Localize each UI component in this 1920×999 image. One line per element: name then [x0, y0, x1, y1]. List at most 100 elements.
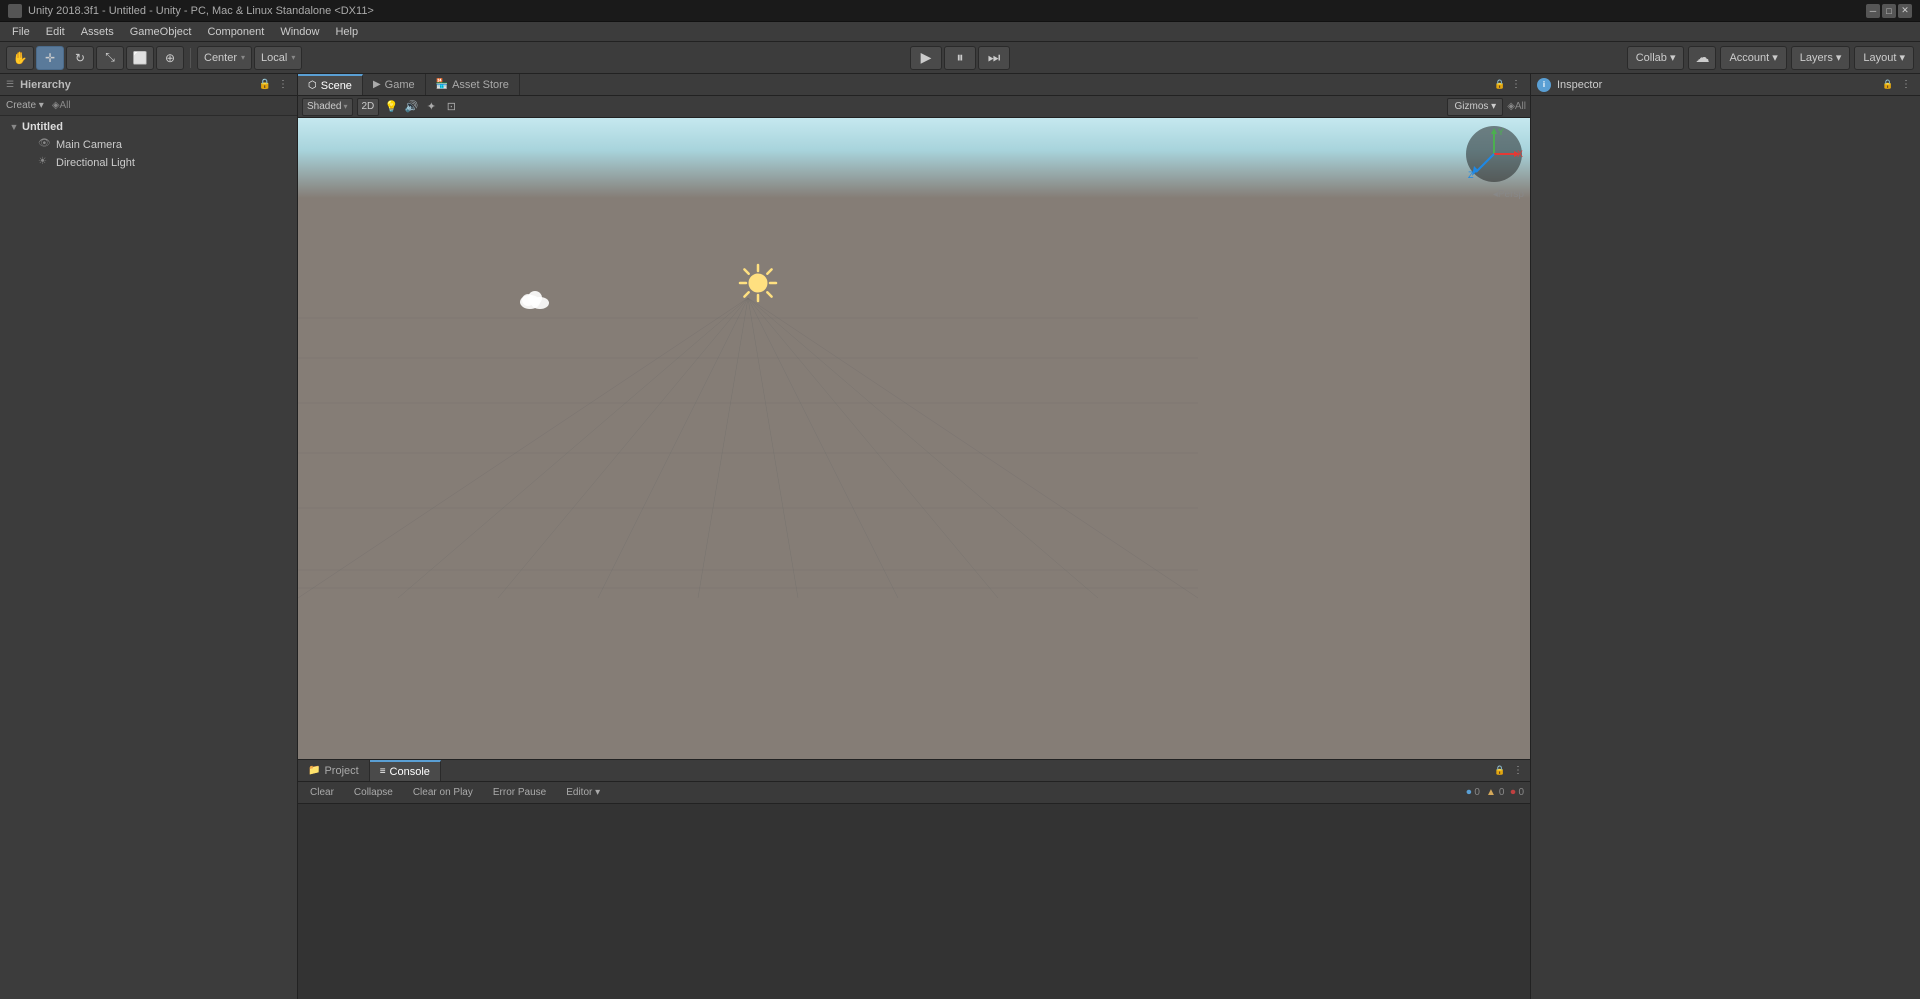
- shading-chevron-icon: ▾: [343, 102, 347, 111]
- scene-panel-lock-button[interactable]: 🔒: [1492, 77, 1508, 93]
- game-tab-label: Game: [385, 79, 415, 91]
- move-tool-button[interactable]: ✛: [36, 46, 64, 70]
- bottom-tabs: 📁 Project ≡ Console 🔒 ⋮: [298, 760, 1530, 782]
- info-badge[interactable]: ⏺ 0: [1466, 787, 1480, 798]
- coords-chevron-icon: ▾: [291, 53, 295, 62]
- minimize-button[interactable]: ─: [1866, 4, 1880, 18]
- close-button[interactable]: ✕: [1898, 4, 1912, 18]
- collapse-button[interactable]: Collapse: [348, 785, 399, 800]
- menu-file[interactable]: File: [4, 24, 38, 40]
- scene-panel-menu-button[interactable]: ⋮: [1508, 77, 1524, 93]
- hierarchy-item-maincamera[interactable]: 👁 Main Camera: [0, 136, 297, 154]
- layout-dropdown[interactable]: Layout ▾: [1854, 46, 1914, 70]
- cloud-icon: [518, 288, 553, 316]
- gizmos-dropdown[interactable]: Gizmos ▾: [1447, 98, 1503, 116]
- inspector-title: Inspector: [1557, 79, 1602, 91]
- menu-help[interactable]: Help: [327, 24, 366, 40]
- menu-component[interactable]: Component: [199, 24, 272, 40]
- gizmos-all-label: ◈All: [1507, 101, 1526, 112]
- scene-hide-icon[interactable]: ⊡: [443, 99, 459, 115]
- hierarchy-item-directionallight[interactable]: ☀ Directional Light: [0, 154, 297, 172]
- hand-tool-button[interactable]: ✋: [6, 46, 34, 70]
- scene-tab-label: Scene: [321, 80, 352, 92]
- console-right: ⏺ 0 ▲ 0 ⏺ 0: [1466, 787, 1524, 798]
- info-count: 0: [1474, 787, 1480, 798]
- pivot-dropdown[interactable]: Center ▾: [197, 46, 252, 70]
- tab-scene[interactable]: ⬡ Scene: [298, 74, 363, 95]
- camera-expand-icon: [24, 139, 36, 151]
- scene-view[interactable]: Y X Z ◂Persp: [298, 118, 1530, 759]
- warn-icon: ▲: [1486, 787, 1496, 798]
- scene-toolbar-right: Gizmos ▾ ◈All: [1447, 98, 1526, 116]
- pivot-chevron-icon: ▾: [241, 53, 245, 62]
- window-controls: ─ □ ✕: [1866, 4, 1912, 18]
- tab-console[interactable]: ≡ Console: [370, 760, 441, 781]
- tab-project[interactable]: 📁 Project: [298, 760, 370, 781]
- console-tab-label: Console: [390, 766, 430, 778]
- hierarchy-content: ▼ Untitled 👁 Main Camera ☀ Directional L…: [0, 116, 297, 999]
- scene-fx-icon[interactable]: ✦: [423, 99, 439, 115]
- clear-on-play-button[interactable]: Clear on Play: [407, 785, 479, 800]
- project-tab-label: Project: [324, 765, 358, 777]
- menu-edit[interactable]: Edit: [38, 24, 73, 40]
- sun-icon: [738, 263, 778, 303]
- layers-dropdown[interactable]: Layers ▾: [1791, 46, 1851, 70]
- info-icon: ⏺: [1466, 787, 1471, 798]
- inspector-menu-button[interactable]: ⋮: [1898, 77, 1914, 93]
- hierarchy-create-button[interactable]: Create ▾: [6, 100, 44, 111]
- inspector-content: [1531, 96, 1920, 999]
- hierarchy-menu-button[interactable]: ⋮: [275, 77, 291, 93]
- editor-label: Editor ▾: [566, 787, 600, 798]
- scene-tabs: ⬡ Scene ▶ Game 🏪 Asset Store 🔒 ⋮: [298, 74, 1530, 96]
- clear-button[interactable]: Clear: [304, 785, 340, 800]
- error-badge[interactable]: ⏺ 0: [1510, 787, 1524, 798]
- hierarchy-lock-button[interactable]: 🔒: [257, 77, 273, 93]
- warn-count: 0: [1499, 787, 1505, 798]
- warn-badge[interactable]: ▲ 0: [1486, 787, 1504, 798]
- transform-tool-button[interactable]: ⊕: [156, 46, 184, 70]
- scene-gizmo[interactable]: Y X Z ◂Persp: [1464, 124, 1524, 194]
- tool-buttons: ✋ ✛ ↻ ⤡ ⬜ ⊕ Center ▾ Local ▾: [6, 46, 302, 70]
- window-title: Unity 2018.3f1 - Untitled - Unity - PC, …: [28, 5, 374, 17]
- tab-game[interactable]: ▶ Game: [363, 74, 426, 95]
- rect-tool-button[interactable]: ⬜: [126, 46, 154, 70]
- hierarchy-actions: 🔒 ⋮: [257, 77, 291, 93]
- light-label: Directional Light: [56, 157, 135, 169]
- asset-store-tab-label: Asset Store: [452, 79, 509, 91]
- hierarchy-scene-item[interactable]: ▼ Untitled: [0, 118, 297, 136]
- play-button[interactable]: ▶: [910, 46, 942, 70]
- scene-view-toolbar: Shaded ▾ 2D 💡 🔊 ✦ ⊡ Gizmos ▾ ◈All: [298, 96, 1530, 118]
- collab-button[interactable]: Collab ▾: [1627, 46, 1685, 70]
- error-pause-button[interactable]: Error Pause: [487, 785, 552, 800]
- scene-name: Untitled: [22, 121, 63, 133]
- menu-window[interactable]: Window: [272, 24, 327, 40]
- coords-dropdown[interactable]: Local ▾: [254, 46, 302, 70]
- game-tab-icon: ▶: [373, 79, 381, 90]
- project-tab-icon: 📁: [308, 765, 320, 776]
- maximize-button[interactable]: □: [1882, 4, 1896, 18]
- editor-dropdown[interactable]: Editor ▾: [560, 785, 606, 800]
- svg-text:Z: Z: [1468, 170, 1474, 180]
- scene-light-icon[interactable]: 💡: [383, 99, 399, 115]
- bottom-lock-button[interactable]: 🔒: [1492, 763, 1508, 779]
- tab-asset-store[interactable]: 🏪 Asset Store: [426, 74, 520, 95]
- menu-gameobject[interactable]: GameObject: [122, 24, 200, 40]
- bottom-menu-button[interactable]: ⋮: [1510, 763, 1526, 779]
- 2d-toggle[interactable]: 2D: [357, 98, 380, 116]
- menu-assets[interactable]: Assets: [73, 24, 122, 40]
- title-bar: Unity 2018.3f1 - Untitled - Unity - PC, …: [0, 0, 1920, 22]
- account-dropdown[interactable]: Account ▾: [1720, 46, 1786, 70]
- scale-tool-button[interactable]: ⤡: [96, 46, 124, 70]
- light-visibility-icon: ☀: [38, 156, 52, 170]
- inspector-lock-button[interactable]: 🔒: [1880, 77, 1896, 93]
- scene-grid: [298, 118, 1530, 759]
- scene-audio-icon[interactable]: 🔊: [403, 99, 419, 115]
- cloud-button[interactable]: ☁: [1688, 46, 1716, 70]
- step-button[interactable]: ⏭: [978, 46, 1010, 70]
- inspector-panel: i Inspector 🔒 ⋮: [1530, 74, 1920, 999]
- shading-dropdown[interactable]: Shaded ▾: [302, 98, 353, 116]
- inspector-icon: i: [1537, 78, 1551, 92]
- pause-button[interactable]: ⏸: [944, 46, 976, 70]
- rotate-tool-button[interactable]: ↻: [66, 46, 94, 70]
- error-count: 0: [1518, 787, 1524, 798]
